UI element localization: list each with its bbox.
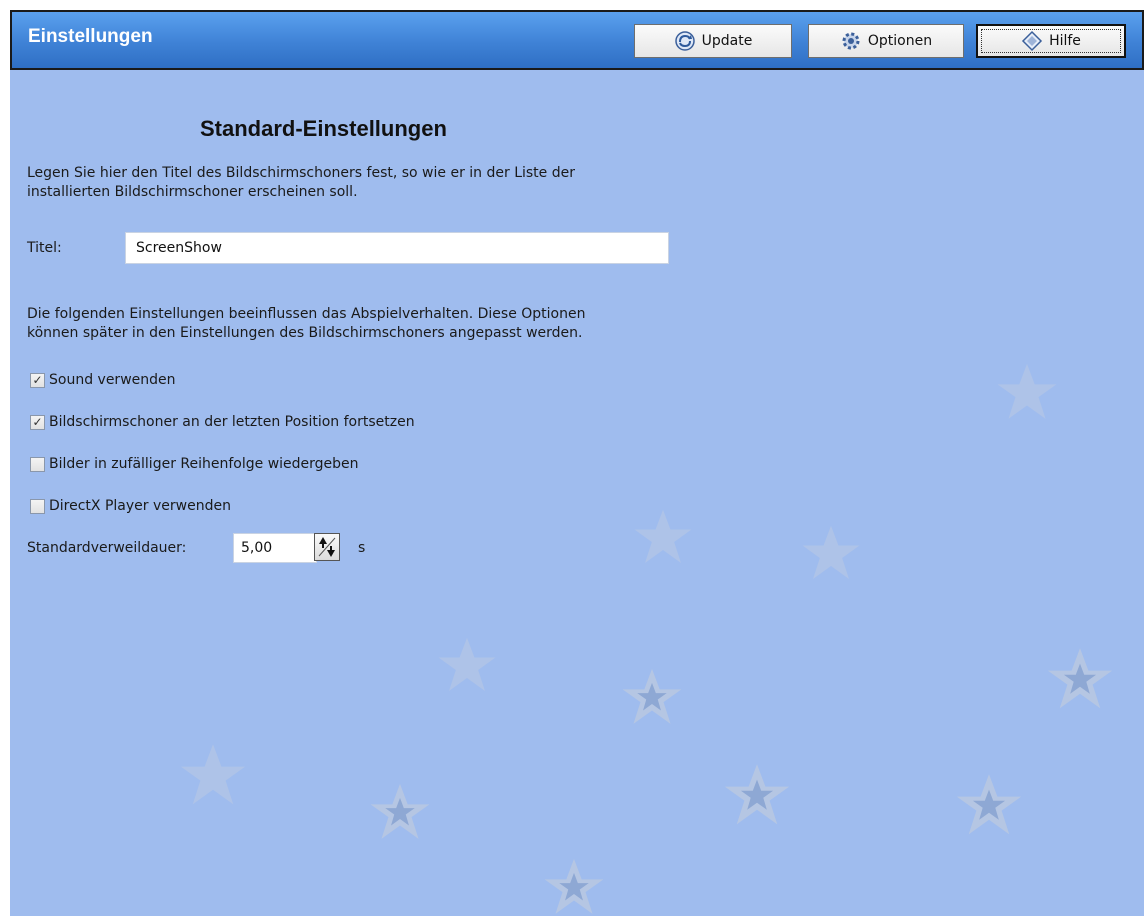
page-title: Standard-Einstellungen [200,116,447,141]
playback-text: Die folgenden Einstellungen beeinflussen… [27,305,727,343]
update-button-label: Update [701,33,753,49]
star-decoration-icon [997,363,1057,419]
header-title: Einstellungen [28,26,153,47]
dwell-time-spinner[interactable] [314,533,340,561]
sound-option-label: Sound verwenden [49,372,176,388]
intro-text: Legen Sie hier den Titel des Bildschirms… [27,164,727,202]
playback-line: können später in den Einstellungen des B… [27,325,583,341]
sound-checkbox[interactable]: ✓ [30,372,45,388]
help-button[interactable]: Hilfe [976,24,1126,58]
update-button[interactable]: Update [634,24,792,58]
star-decoration-icon [622,668,682,724]
dwell-time-input[interactable] [233,533,317,563]
star-decoration-icon [370,783,430,839]
title-field-label: Titel: [27,240,62,256]
random-order-option[interactable]: Bilder in zufälliger Reihenfolge wiederg… [30,456,359,472]
directx-player-checkbox[interactable] [30,498,45,514]
star-decoration-icon [438,637,496,692]
star-decoration-icon [956,774,1022,835]
star-decoration-icon [544,858,604,914]
star-decoration-icon [634,509,692,564]
update-icon [674,31,695,51]
star-decoration-icon [180,744,246,805]
intro-line: installierten Bildschirmschoner erschein… [27,184,358,200]
header-bar: Einstellungen Update Optionen Hilfe [10,10,1144,70]
dwell-time-unit: s [358,540,366,556]
spin-arrows-icon [318,537,336,557]
directx-player-option-label: DirectX Player verwenden [49,498,231,514]
resume-position-checkbox[interactable]: ✓ [30,414,45,430]
options-icon [842,32,860,50]
options-button-label: Optionen [867,33,933,49]
random-order-checkbox[interactable] [30,456,45,472]
star-decoration-icon [1047,648,1113,709]
intro-line: Legen Sie hier den Titel des Bildschirms… [27,165,575,181]
settings-panel: Einstellungen Update Optionen Hilfe Stan… [10,10,1144,916]
help-button-label: Hilfe [1049,33,1081,49]
random-order-option-label: Bilder in zufälliger Reihenfolge wiederg… [49,456,359,472]
star-decoration-icon [724,764,790,825]
help-icon [1022,30,1043,52]
star-decoration-icon [802,525,860,580]
playback-line: Die folgenden Einstellungen beeinflussen… [27,306,586,322]
sound-option[interactable]: ✓ Sound verwenden [30,372,176,388]
resume-position-option[interactable]: ✓ Bildschirmschoner an der letzten Posit… [30,414,415,430]
resume-position-option-label: Bildschirmschoner an der letzten Positio… [49,414,415,430]
options-button[interactable]: Optionen [808,24,964,58]
dwell-time-label: Standardverweildauer: [27,540,187,556]
title-input[interactable] [125,232,669,264]
directx-player-option[interactable]: DirectX Player verwenden [30,498,231,514]
